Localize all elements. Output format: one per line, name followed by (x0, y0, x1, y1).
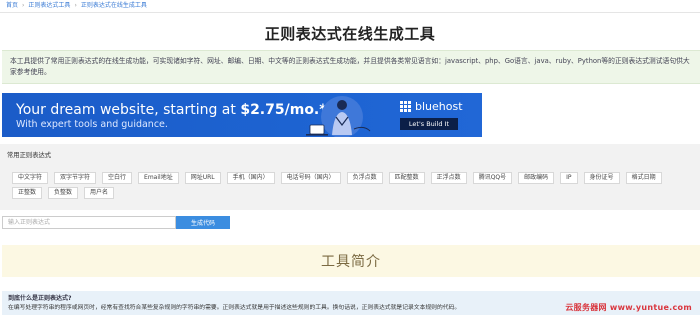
regex-input[interactable] (2, 216, 176, 229)
ad-headline: Your dream website, starting at $2.75/mo… (16, 102, 327, 118)
ad-headline-prefix: Your dream website, starting at (16, 102, 241, 118)
tag-id-card[interactable]: 身份证号 (583, 172, 620, 184)
intro-panel: 本工具提供了常用正则表达式的在线生成功能，可实现诸如字符、网址、邮编、日期、中文… (2, 50, 700, 84)
tag-positive-float[interactable]: 正浮点数 (430, 172, 467, 184)
ad-illustration-person-laptop (306, 96, 371, 137)
breadcrumb-regex-tools-link[interactable]: 正则表达式工具 (28, 1, 70, 11)
breadcrumb-current-page[interactable]: 正则表达式在线生成工具 (81, 1, 147, 11)
ad-brand-logo: bluehost (400, 100, 463, 113)
tag-email[interactable]: Email地址 (138, 172, 179, 184)
tag-double-byte-chars[interactable]: 双字节字符 (54, 172, 97, 184)
site-watermark: 云服务器网 www.yuntue.com (565, 303, 692, 312)
header-divider (0, 12, 700, 13)
tag-negative-float[interactable]: 负浮点数 (346, 172, 383, 184)
tag-qq[interactable]: 腾讯QQ号 (472, 172, 513, 184)
tag-mobile[interactable]: 手机（国内） (226, 172, 275, 184)
tool-intro-heading: 工具简介 (2, 245, 700, 277)
tag-url[interactable]: 网址URL (184, 172, 221, 184)
breadcrumb: 首页 › 正则表达式工具 › 正则表达式在线生成工具 (6, 0, 147, 12)
tag-date-format[interactable]: 格式日期 (625, 172, 662, 184)
ad-subline: With expert tools and guidance. (16, 119, 168, 130)
ad-cta-button[interactable]: Let's Build It (400, 118, 458, 130)
tag-integer[interactable]: 匹配整数 (388, 172, 425, 184)
ad-brand-name: bluehost (415, 100, 463, 113)
page-title: 正则表达式在线生成工具 (264, 25, 436, 43)
tag-postal-code[interactable]: 邮政编码 (518, 172, 555, 184)
tag-negative-integer[interactable]: 负整数 (48, 187, 79, 199)
tag-username[interactable]: 用户名 (84, 187, 115, 199)
breadcrumb-separator: › (22, 2, 25, 9)
breadcrumb-separator: › (74, 2, 77, 9)
tag-positive-integer[interactable]: 正整数 (12, 187, 43, 199)
generate-code-button[interactable]: 生成代码 (176, 216, 230, 229)
tag-blank-line[interactable]: 空白行 (102, 172, 133, 184)
breadcrumb-home-link[interactable]: 首页 (6, 1, 18, 11)
common-regex-title: 常用正则表达式 (7, 152, 52, 159)
ad-banner[interactable]: Your dream website, starting at $2.75/mo… (2, 93, 482, 137)
bluehost-grid-icon (400, 101, 411, 112)
tag-phone[interactable]: 电话号码（国内） (280, 172, 341, 184)
regex-tag-list: 中文字符 双字节字符 空白行 Email地址 网址URL 手机（国内） 电话号码… (12, 172, 692, 199)
tag-ip[interactable]: IP (560, 172, 578, 184)
tag-chinese-chars[interactable]: 中文字符 (12, 172, 49, 184)
